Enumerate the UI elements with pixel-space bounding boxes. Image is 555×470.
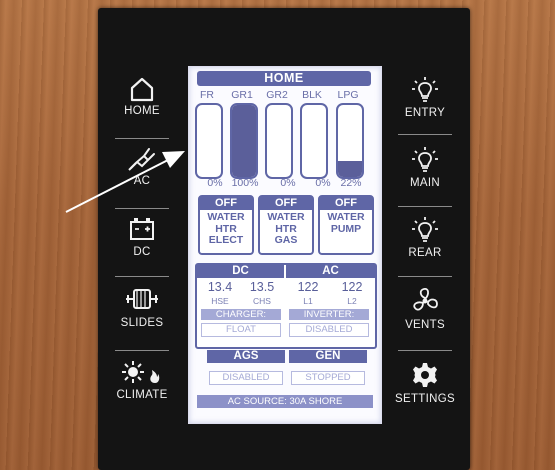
settings-button-label: SETTINGS [395,393,455,405]
dc-button[interactable]: DC [102,215,182,279]
home-button-label: HOME [124,105,160,117]
tank-label-gr2: GR2 [266,89,288,101]
plug-icon [128,148,155,171]
dc-header: DC [197,265,284,278]
main-light-button-label: MAIN [410,177,440,189]
settings-button[interactable]: SETTINGS [385,360,465,424]
main-light-button[interactable]: MAIN [385,146,465,210]
divider [398,206,452,207]
tank-gauge-gr2 [265,103,293,179]
lightbulb-icon [412,217,438,242]
climate-sun-flame-icon [122,361,160,383]
switch-state: OFF [200,197,252,210]
lightbulb-icon [412,147,438,172]
tank-gauge-lpg [336,103,364,179]
inverter-label: INVERTER: [289,309,369,320]
vents-button[interactable]: VENTS [385,286,465,350]
ags-header: AGS [207,350,285,363]
ac-button-label: AC [133,175,151,187]
ac-button[interactable]: AC [102,144,182,208]
divider [115,138,169,139]
divider [115,276,169,277]
tank-value-gr2: 0% [280,177,296,189]
tank-label-gr1: GR1 [231,89,253,101]
water-pump-switch[interactable]: OFF WATER PUMP [318,195,374,255]
switch-name: WATER PUMP [327,211,365,235]
tank-label-fr: FR [200,89,214,101]
ac-l2-voltage: 122 [341,280,363,294]
tank-value-gr1: 100% [231,177,259,189]
gear-icon [413,363,437,387]
chs-label: CHS [253,296,271,306]
divider [398,134,452,135]
ags-status[interactable]: DISABLED [209,371,283,385]
gen-header: GEN [289,350,367,363]
water-heater-gas-switch[interactable]: OFF WATER HTR GAS [258,195,314,255]
home-button[interactable]: HOME [102,76,182,140]
slides-button-label: SLIDES [120,317,164,329]
hse-label: HSE [211,296,229,306]
generator-status[interactable]: STOPPED [291,371,365,385]
chassis-battery-voltage: 13.5 [249,280,275,294]
rear-light-button-label: REAR [408,247,442,259]
inverter-status: DISABLED [289,323,369,337]
tank-value-fr: 0% [207,177,223,189]
lightbulb-icon [412,77,438,102]
page-title: HOME [197,71,371,86]
battery-icon [130,218,154,240]
fan-icon [413,288,438,311]
vents-button-label: VENTS [405,319,445,331]
slides-button[interactable]: SLIDES [102,284,182,348]
entry-light-button[interactable]: ENTRY [385,76,465,140]
tank-value-lpg: 22% [340,177,362,189]
divider [115,208,169,209]
ac-l1-voltage: 122 [297,280,319,294]
ac-header: AC [286,265,375,278]
tank-gauge-gr1 [230,103,258,179]
switch-state: OFF [320,197,372,210]
climate-button-label: CLIMATE [116,389,168,401]
charger-status: FLOAT [201,323,281,337]
home-icon [130,77,154,102]
l2-label: L2 [347,296,357,306]
l1-label: L1 [303,296,313,306]
divider [398,276,452,277]
entry-light-button-label: ENTRY [404,107,446,119]
divider [115,350,169,351]
switch-name: WATER HTR ELECT [207,211,245,246]
tank-label-blk: BLK [302,89,322,101]
divider [398,350,452,351]
switch-state: OFF [260,197,312,210]
touch-screen[interactable]: HOME FR GR1 GR2 BLK LPG 0% 100% 0% 0% 22… [188,66,382,424]
tank-gauge-blk [300,103,328,179]
dc-button-label: DC [133,246,151,258]
slide-motor-icon [126,289,158,309]
rear-light-button[interactable]: REAR [385,216,465,280]
house-battery-voltage: 13.4 [207,280,233,294]
water-heater-electric-switch[interactable]: OFF WATER HTR ELECT [198,195,254,255]
switch-name: WATER HTR GAS [267,211,305,246]
ac-source-bar: AC SOURCE: 30A SHORE [197,395,373,408]
charger-label: CHARGER: [201,309,281,320]
climate-button[interactable]: CLIMATE [102,358,182,422]
tank-label-lpg: LPG [337,89,359,101]
tank-gauge-fr [195,103,223,179]
power-section[interactable]: DC AC 13.4 13.5 122 122 HSE CHS L1 L2 CH… [195,263,377,349]
